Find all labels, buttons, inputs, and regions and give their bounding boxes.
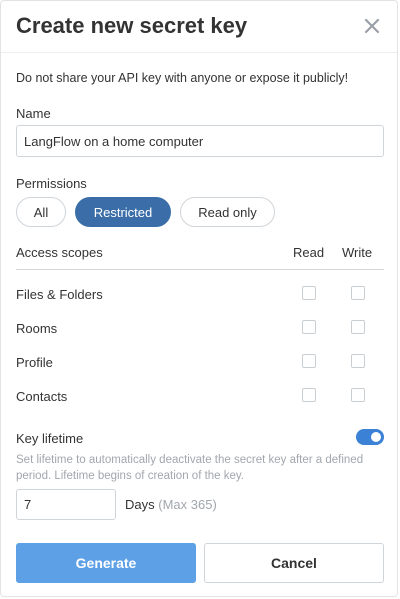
key-lifetime-hint: Set lifetime to automatically deactivate… [16,454,364,482]
rooms-read-checkbox[interactable] [302,320,316,334]
files-folders-write-checkbox[interactable] [351,286,365,300]
profile-write-checkbox[interactable] [351,354,365,368]
key-lifetime-label: Key lifetime [16,431,84,446]
contacts-write-checkbox[interactable] [351,388,365,402]
access-scopes-label: Access scopes [16,245,103,260]
scope-label: Rooms [16,321,58,336]
lifetime-days-input[interactable] [16,489,116,520]
scope-row-profile: Profile [16,354,384,374]
permission-restricted-button[interactable]: Restricted [75,197,171,227]
name-input[interactable] [16,125,384,157]
files-folders-read-checkbox[interactable] [302,286,316,300]
days-unit: Days [125,497,155,512]
days-label: Days (Max 365) [125,497,217,512]
scope-row-rooms: Rooms [16,320,384,340]
generate-button[interactable]: Generate [16,543,196,583]
days-max-hint: (Max 365) [158,497,217,512]
scope-row-files-folders: Files & Folders [16,286,384,306]
close-icon[interactable] [361,15,383,37]
read-column-label: Read [293,245,325,260]
cancel-button[interactable]: Cancel [204,543,384,583]
permission-all-button[interactable]: All [16,197,66,227]
write-column-label: Write [342,245,373,260]
dialog-header: Create new secret key [1,1,397,53]
permission-read-only-button[interactable]: Read only [180,197,275,227]
scope-label: Contacts [16,389,68,404]
profile-read-checkbox[interactable] [302,354,316,368]
warning-text: Do not share your API key with anyone or… [16,71,349,85]
create-secret-key-dialog: Create new secret key Do not share your … [0,0,398,597]
scope-label: Files & Folders [16,287,103,302]
contacts-read-checkbox[interactable] [302,388,316,402]
key-lifetime-toggle[interactable] [356,429,384,445]
access-scopes-header: Access scopes Read Write [16,245,384,270]
name-label: Name [16,106,51,121]
dialog-title: Create new secret key [16,13,248,38]
toggle-knob [371,432,381,442]
permissions-label: Permissions [16,176,87,191]
scope-row-contacts: Contacts [16,388,384,408]
scope-label: Profile [16,355,53,370]
rooms-write-checkbox[interactable] [351,320,365,334]
